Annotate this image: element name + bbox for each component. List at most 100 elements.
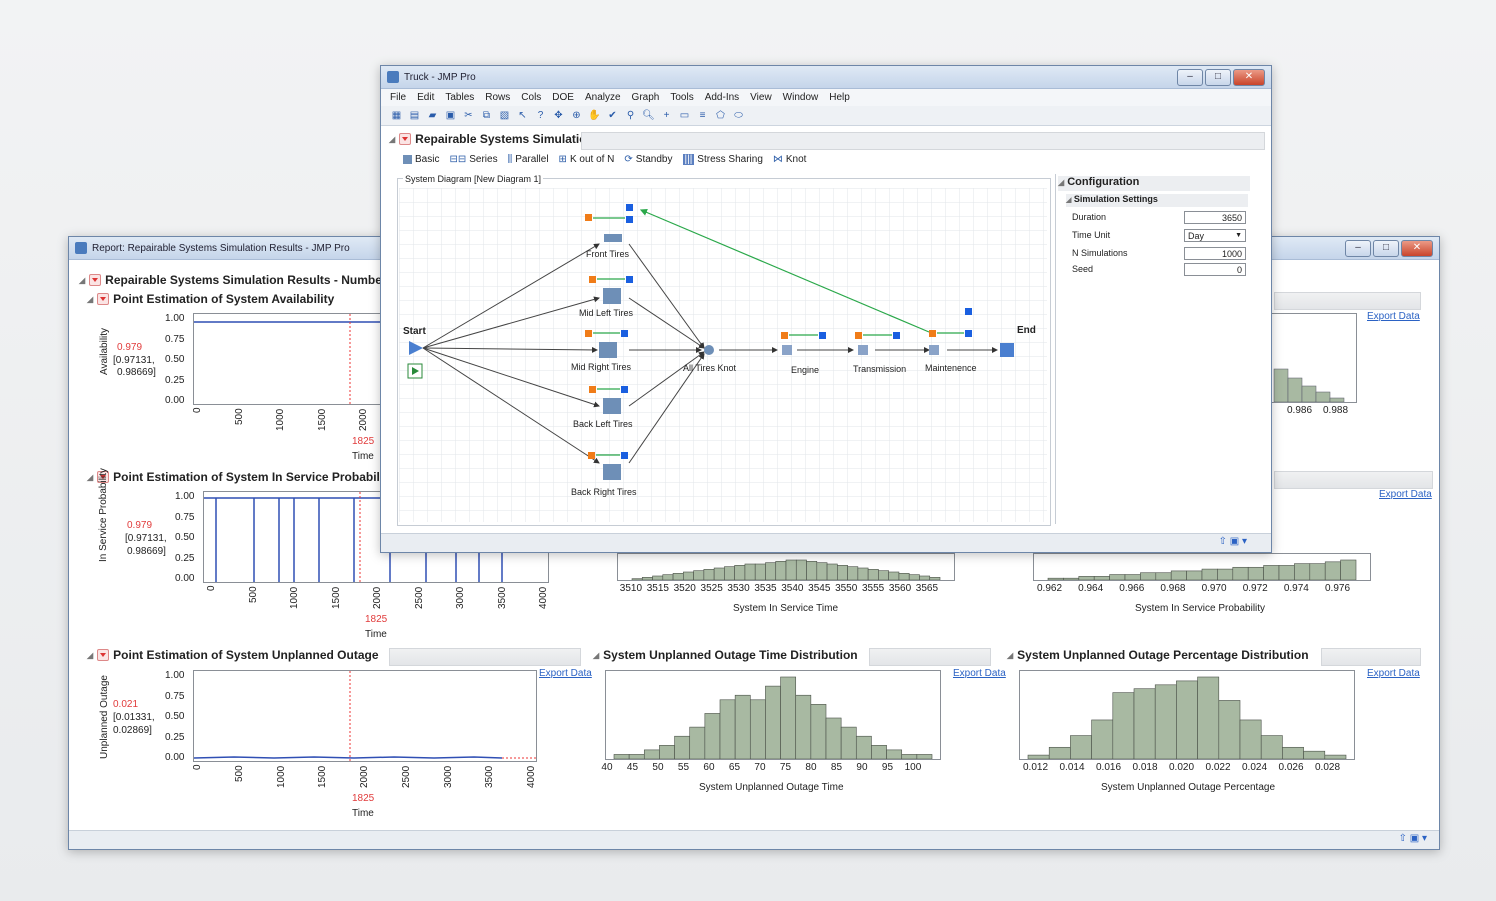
time-unit-select[interactable]: Day ▼ [1184, 229, 1246, 242]
collapse-icon[interactable]: ◢ [87, 651, 93, 660]
grabber-icon[interactable]: ✋ [587, 108, 602, 123]
line-icon[interactable]: ≡ [695, 108, 710, 123]
histogram-bar [857, 567, 869, 581]
arrow-tool-icon[interactable]: ↖ [515, 108, 530, 123]
menu-analyze[interactable]: Analyze [585, 92, 621, 103]
annotate-icon[interactable]: ▭ [677, 108, 692, 123]
results-heading[interactable]: ◢ Repairable Systems Simulation Results … [79, 273, 382, 287]
menu-edit[interactable]: Edit [417, 92, 434, 103]
selection-tool-icon[interactable]: ✥ [551, 108, 566, 123]
crosshair-tool-icon[interactable]: ⊕ [569, 108, 584, 123]
collapse-icon[interactable]: ◢ [593, 651, 599, 660]
diagram-canvas[interactable] [399, 188, 1047, 522]
menu-view[interactable]: View [750, 92, 772, 103]
menu-doe[interactable]: DOE [552, 92, 574, 103]
collapse-icon[interactable]: ◢ [87, 473, 93, 482]
availability-section-header[interactable]: ◢ Point Estimation of System Availabilit… [87, 292, 334, 306]
histogram-bar [734, 694, 751, 760]
unplanned-title: Point Estimation of System Unplanned Out… [113, 648, 379, 662]
in-service-section-header[interactable]: ◢ Point Estimation of System In Service … [87, 470, 383, 484]
polygon-icon[interactable]: ⬠ [713, 108, 728, 123]
plus-icon[interactable]: + [659, 108, 674, 123]
x-tick-label: 1500 [330, 586, 342, 609]
duration-field[interactable]: 3650 [1184, 211, 1246, 224]
palette-basic[interactable]: Basic [403, 154, 439, 165]
maximize-button[interactable]: □ [1205, 68, 1231, 86]
statusbar-icons[interactable]: ⇧ ▣ ▾ [1399, 833, 1427, 844]
new-table-icon[interactable]: ▦ [389, 108, 404, 123]
avail-dist-bar [1287, 377, 1303, 403]
brush-icon[interactable]: ⚲ [623, 108, 638, 123]
outage-time-section-header[interactable]: ◢ System Unplanned Outage Time Distribut… [593, 648, 858, 662]
unplanned-section-header[interactable]: ◢ Point Estimation of System Unplanned O… [87, 648, 379, 662]
red-triangle-menu-icon[interactable] [89, 274, 102, 286]
palette-parallel[interactable]: ⫼ Parallel [508, 154, 549, 165]
avail-dist-bar [1273, 368, 1289, 403]
palette-series[interactable]: ⊟⊟ Series [449, 154, 497, 165]
collapse-icon[interactable]: ◢ [1066, 197, 1071, 204]
histogram-bar [662, 574, 674, 581]
minimize-button[interactable]: – [1345, 239, 1371, 257]
cut-icon[interactable]: ✂ [461, 108, 476, 123]
close-button[interactable]: ✕ [1233, 68, 1265, 86]
histogram-bar [855, 735, 872, 760]
outage-pct-title: System Unplanned Outage Percentage Distr… [1017, 648, 1309, 662]
x-tick-label: 0 [192, 407, 203, 413]
outage-pct-hist [1019, 670, 1355, 760]
palette-label: Standby [635, 154, 673, 165]
menu-addins[interactable]: Add-Ins [705, 92, 739, 103]
open-icon[interactable]: ▰ [425, 108, 440, 123]
sim-settings-heading[interactable]: ◢ Simulation Settings [1066, 194, 1248, 207]
collapse-icon[interactable]: ◢ [87, 295, 93, 304]
collapse-icon[interactable]: ◢ [79, 276, 85, 285]
config-heading[interactable]: ◢ Configuration [1058, 176, 1250, 191]
minimize-button[interactable]: – [1177, 68, 1203, 86]
menu-cols[interactable]: Cols [521, 92, 541, 103]
menu-tools[interactable]: Tools [670, 92, 693, 103]
help-tool-icon[interactable]: ? [533, 108, 548, 123]
histogram-bar [1186, 570, 1203, 581]
statusbar-icons[interactable]: ⇧ ▣ ▾ [1219, 536, 1247, 547]
menu-tables[interactable]: Tables [445, 92, 474, 103]
close-button[interactable]: ✕ [1401, 239, 1433, 257]
x-tick-label: 3550 [835, 583, 858, 594]
y-tick-label: 1.00 [165, 313, 185, 324]
palette-knot[interactable]: ⋈ Knot [773, 154, 807, 165]
menu-graph[interactable]: Graph [632, 92, 660, 103]
red-triangle-menu-icon[interactable] [97, 293, 110, 305]
menu-file[interactable]: File [390, 92, 406, 103]
save-icon[interactable]: ▣ [443, 108, 458, 123]
palette-stress-sharing[interactable]: ||| Stress Sharing [682, 154, 763, 165]
palette-label: Parallel [515, 154, 549, 165]
lasso-icon[interactable]: ✔ [605, 108, 620, 123]
export-data-link[interactable]: Export Data [539, 668, 592, 679]
export-data-link[interactable]: Export Data [953, 668, 1006, 679]
export-data-link[interactable]: Export Data [1367, 668, 1420, 679]
nsim-field[interactable]: 1000 [1184, 247, 1246, 260]
maximize-button[interactable]: □ [1373, 239, 1399, 257]
magnifier-icon[interactable]: 🔍︎ [641, 108, 656, 123]
export-data-link[interactable]: Export Data [1367, 311, 1420, 322]
histogram-bar [1324, 561, 1341, 581]
seed-field[interactable]: 0 [1184, 263, 1246, 276]
export-data-link[interactable]: Export Data [1379, 489, 1432, 500]
outage-pct-section-header[interactable]: ◢ System Unplanned Outage Percentage Dis… [1007, 648, 1309, 662]
collapse-icon[interactable]: ◢ [1007, 651, 1013, 660]
palette-k-out-of-n[interactable]: ⊞ K out of N [559, 154, 615, 165]
palette-standby[interactable]: ⟳ Standby [624, 154, 672, 165]
red-triangle-menu-icon[interactable] [399, 133, 412, 145]
new-script-icon[interactable]: ▤ [407, 108, 422, 123]
oval-icon[interactable]: ⬭ [731, 108, 746, 123]
menu-help[interactable]: Help [829, 92, 850, 103]
rss-heading[interactable]: ◢ Repairable Systems Simulation [389, 132, 594, 146]
collapse-icon[interactable]: ◢ [389, 135, 395, 144]
truck-titlebar[interactable]: Truck - JMP Pro – □ ✕ [381, 66, 1271, 89]
menu-window[interactable]: Window [783, 92, 819, 103]
collapse-icon[interactable]: ◢ [1058, 178, 1064, 187]
in-service-prob-hist [1033, 553, 1371, 581]
menu-rows[interactable]: Rows [485, 92, 510, 103]
paste-icon[interactable]: ▧ [497, 108, 512, 123]
red-triangle-menu-icon[interactable] [97, 649, 110, 661]
copy-icon[interactable]: ⧉ [479, 108, 494, 123]
x-tick-label: 0.018 [1132, 762, 1158, 773]
